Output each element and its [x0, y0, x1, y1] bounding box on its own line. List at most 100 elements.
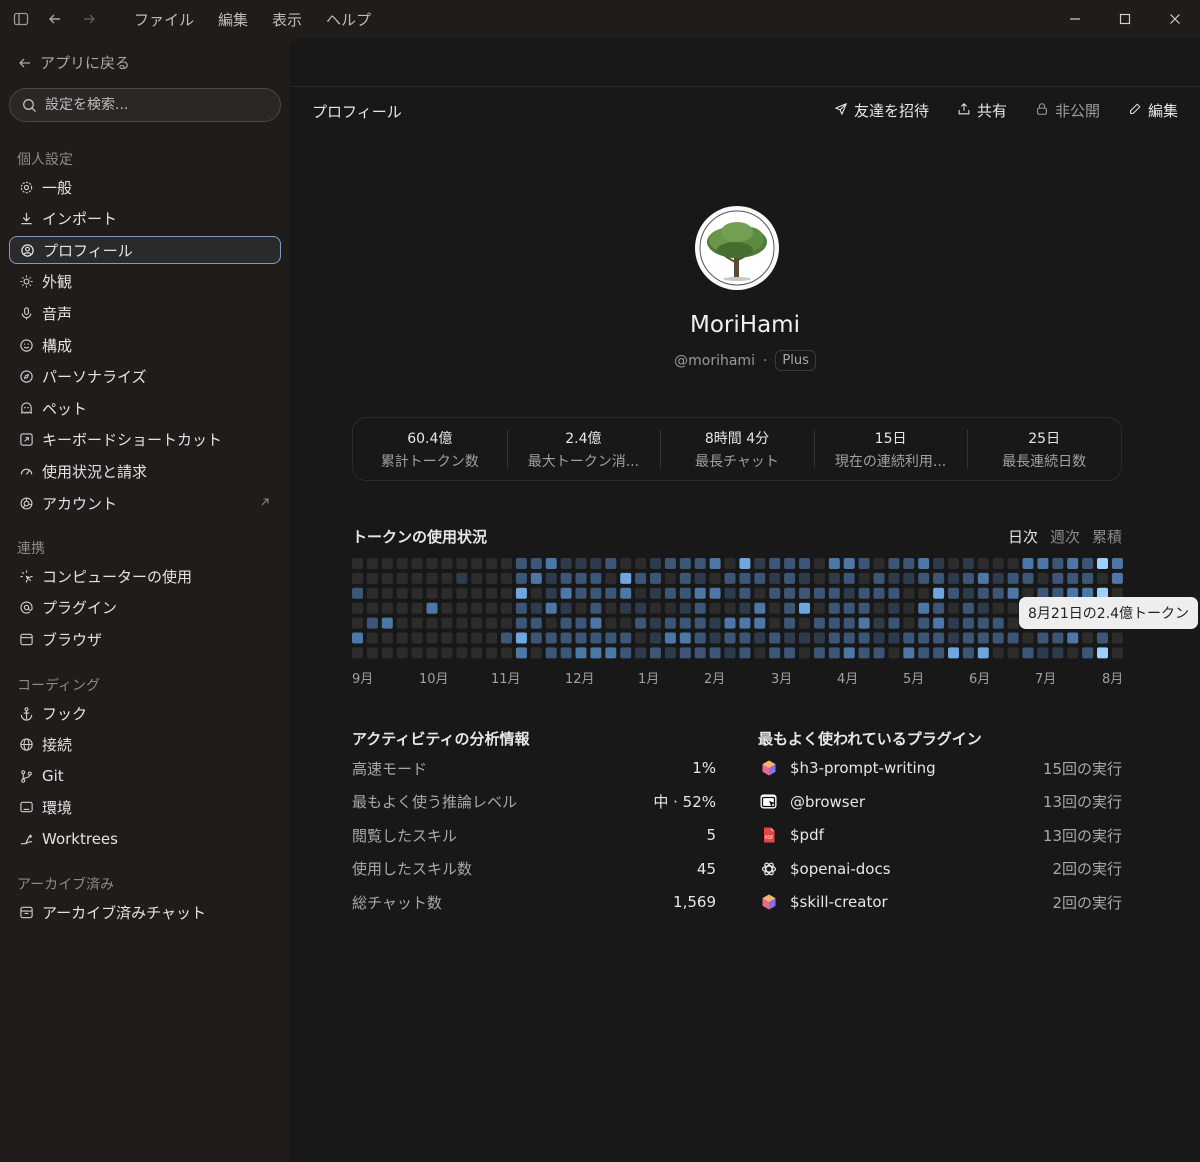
heatmap-cell	[739, 632, 751, 644]
plugin-name: @browser	[790, 792, 866, 811]
heatmap-cell	[605, 602, 617, 614]
heatmap-cell	[679, 587, 691, 599]
heatmap-cell	[828, 647, 840, 659]
sidebar-item-account[interactable]: アカウント	[9, 489, 281, 517]
heatmap-cell	[545, 587, 557, 599]
plugin-row[interactable]: @browser 13回の実行	[758, 790, 1122, 814]
sidebar-item-smile[interactable]: 構成	[9, 331, 281, 359]
lock-action-button[interactable]: 非公開	[1035, 100, 1100, 121]
sidebar-item-globe[interactable]: 接続	[9, 731, 281, 759]
share-action-button[interactable]: 共有	[957, 100, 1007, 121]
plugin-row[interactable]: $skill-creator 2回の実行	[758, 890, 1122, 914]
sidebar-item-gauge[interactable]: 使用状況と請求	[9, 457, 281, 485]
usage-tab[interactable]: 日次	[1008, 526, 1038, 547]
sidebar-item-monitor[interactable]: 環境	[9, 794, 281, 822]
sidebar-item-branch[interactable]: Worktrees	[9, 825, 281, 853]
plugin-row[interactable]: $openai-docs 2回の実行	[758, 857, 1122, 881]
heatmap-cell	[888, 632, 900, 644]
search-input[interactable]	[45, 97, 265, 113]
heatmap-cell	[888, 572, 900, 584]
back-arrow-icon[interactable]	[44, 8, 66, 30]
menu-help[interactable]: ヘルプ	[314, 9, 383, 30]
heatmap-cell	[679, 602, 691, 614]
heatmap-cell	[381, 558, 393, 569]
usage-tab[interactable]: 累積	[1092, 526, 1122, 547]
close-button[interactable]	[1150, 0, 1200, 38]
page-title: プロフィール	[312, 103, 402, 121]
forward-arrow-icon[interactable]	[78, 8, 100, 30]
heatmap-cell	[635, 632, 647, 644]
sidebar-item-sparkle[interactable]: パーソナライズ	[9, 363, 281, 391]
heatmap-cell	[694, 587, 706, 599]
heatmap-cell	[709, 632, 721, 644]
menu-bar: ファイル 編集 表示 ヘルプ	[122, 9, 383, 30]
usage-tab[interactable]: 週次	[1050, 526, 1080, 547]
heatmap-cell	[396, 647, 408, 659]
heatmap-cell	[724, 647, 736, 659]
heatmap-cell	[903, 617, 915, 629]
heatmap-cell	[739, 587, 751, 599]
activity-value: 1%	[692, 759, 716, 777]
sidebar-item-microphone[interactable]: 音声	[9, 299, 281, 327]
avatar[interactable]	[695, 206, 779, 290]
maximize-button[interactable]	[1100, 0, 1150, 38]
heatmap-cell	[635, 617, 647, 629]
sidebar-item-keyboard[interactable]: キーボードショートカット	[9, 426, 281, 454]
heatmap-cell	[769, 587, 781, 599]
sidebar-item-at[interactable]: プラグイン	[9, 594, 281, 622]
monitor-icon	[18, 800, 34, 816]
sidebar-toggle-icon[interactable]	[10, 8, 32, 30]
heatmap-cell	[471, 647, 483, 659]
plugin-row[interactable]: PDF $pdf 13回の実行	[758, 823, 1122, 847]
heatmap-cell	[530, 572, 542, 584]
sidebar-item-archive[interactable]: アーカイブ済みチャット	[9, 898, 281, 926]
sidebar-item-anchor[interactable]: フック	[9, 699, 281, 727]
sidebar-item-pet[interactable]: ペット	[9, 394, 281, 422]
heatmap-cell	[471, 617, 483, 629]
menu-edit[interactable]: 編集	[206, 9, 260, 30]
heatmap-cell	[933, 587, 945, 599]
sidebar-item-gear[interactable]: 一般	[9, 173, 281, 201]
settings-search[interactable]	[9, 88, 281, 122]
activity-row: 最もよく使う推論レベル 中 · 52%	[352, 790, 716, 814]
sidebar-item-cursor[interactable]: コンピューターの使用	[9, 562, 281, 590]
heatmap-cell	[873, 602, 885, 614]
heatmap-cell	[873, 647, 885, 659]
menu-file[interactable]: ファイル	[122, 9, 206, 30]
heatmap-cell	[426, 602, 438, 614]
heatmap-cell	[1097, 558, 1108, 569]
sidebar-item-git[interactable]: Git	[9, 762, 281, 790]
heatmap-cell	[1007, 647, 1019, 659]
month-label: 3月	[771, 672, 793, 687]
menu-view[interactable]: 表示	[260, 9, 314, 30]
heatmap-cell	[933, 602, 945, 614]
heatmap-cell	[1037, 572, 1049, 584]
heatmap-cell	[545, 617, 557, 629]
sidebar-item-sun[interactable]: 外観	[9, 268, 281, 296]
heatmap-cell	[352, 602, 363, 614]
heatmap-cell	[650, 572, 661, 584]
heatmap-cell	[843, 587, 855, 599]
sidebar-item-download[interactable]: インポート	[9, 205, 281, 233]
heatmap-cell	[411, 617, 423, 629]
heatmap-cell	[933, 617, 945, 629]
heatmap-cell	[456, 632, 468, 644]
heatmap-cell	[694, 602, 706, 614]
send-action-button[interactable]: 友達を招待	[834, 100, 929, 121]
heatmap-cell	[679, 632, 691, 644]
heatmap-cell	[545, 558, 557, 569]
heatmap-cell	[724, 632, 736, 644]
heatmap-cell	[799, 632, 810, 644]
plugin-name: $h3-prompt-writing	[790, 759, 936, 777]
pencil-action-button[interactable]: 編集	[1128, 100, 1178, 121]
heatmap-cell	[366, 572, 378, 584]
plugin-row[interactable]: $h3-prompt-writing 15回の実行	[758, 756, 1122, 780]
sidebar-item-user-circle[interactable]: プロフィール	[9, 236, 281, 265]
back-to-app-link[interactable]: アプリに戻る	[18, 52, 130, 73]
minimize-button[interactable]	[1050, 0, 1100, 38]
heatmap-cell	[575, 647, 587, 659]
sidebar-item-browser[interactable]: ブラウザ	[9, 625, 281, 653]
heatmap-cell	[411, 587, 423, 599]
heatmap-cell	[873, 572, 885, 584]
heatmap-cell	[530, 617, 542, 629]
